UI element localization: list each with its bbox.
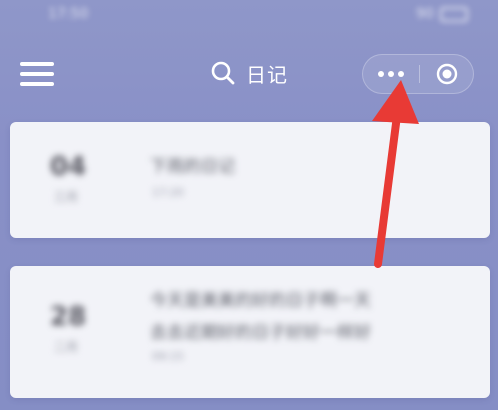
entry-text: 去去近期好的日子好好一样好 — [150, 323, 371, 343]
entry-day: 28 — [50, 302, 87, 332]
entry-day: 04 — [50, 152, 87, 182]
more-dot-icon — [398, 71, 404, 77]
status-bar: 17:50 90 — [0, 0, 498, 32]
target-circle-icon — [436, 63, 457, 85]
page-title: 日记 — [246, 62, 288, 87]
miniprogram-capsule — [362, 54, 474, 94]
search-title-button[interactable]: 日记 — [210, 58, 288, 88]
hamburger-menu-icon[interactable] — [20, 62, 54, 86]
entry-meta: 17:20 — [152, 186, 184, 199]
status-signal-text: 90 — [416, 6, 434, 22]
entry-month: 二月 — [54, 340, 79, 354]
entry-text: 今天是美美的好的日子啊一天 — [150, 291, 371, 311]
more-button[interactable] — [363, 55, 419, 93]
diary-entry-card[interactable]: 28 二月 今天是美美的好的日子啊一天 去去近期好的日子好好一样好 09:15 — [10, 266, 490, 398]
more-dot-icon — [388, 71, 394, 77]
search-icon — [211, 61, 235, 85]
more-dot-icon — [378, 71, 384, 77]
app-header: 日记 — [0, 44, 498, 102]
battery-icon — [440, 6, 468, 22]
diary-entry-card[interactable]: 04 三月 下雨的日记 17:20 — [10, 122, 490, 238]
close-miniprogram-button[interactable] — [420, 55, 473, 93]
entry-month: 三月 — [54, 190, 79, 204]
status-indicators: 90 — [416, 6, 468, 22]
entry-meta: 09:15 — [152, 350, 184, 363]
entry-text: 下雨的日记 — [150, 157, 235, 177]
status-time: 17:50 — [48, 6, 89, 22]
